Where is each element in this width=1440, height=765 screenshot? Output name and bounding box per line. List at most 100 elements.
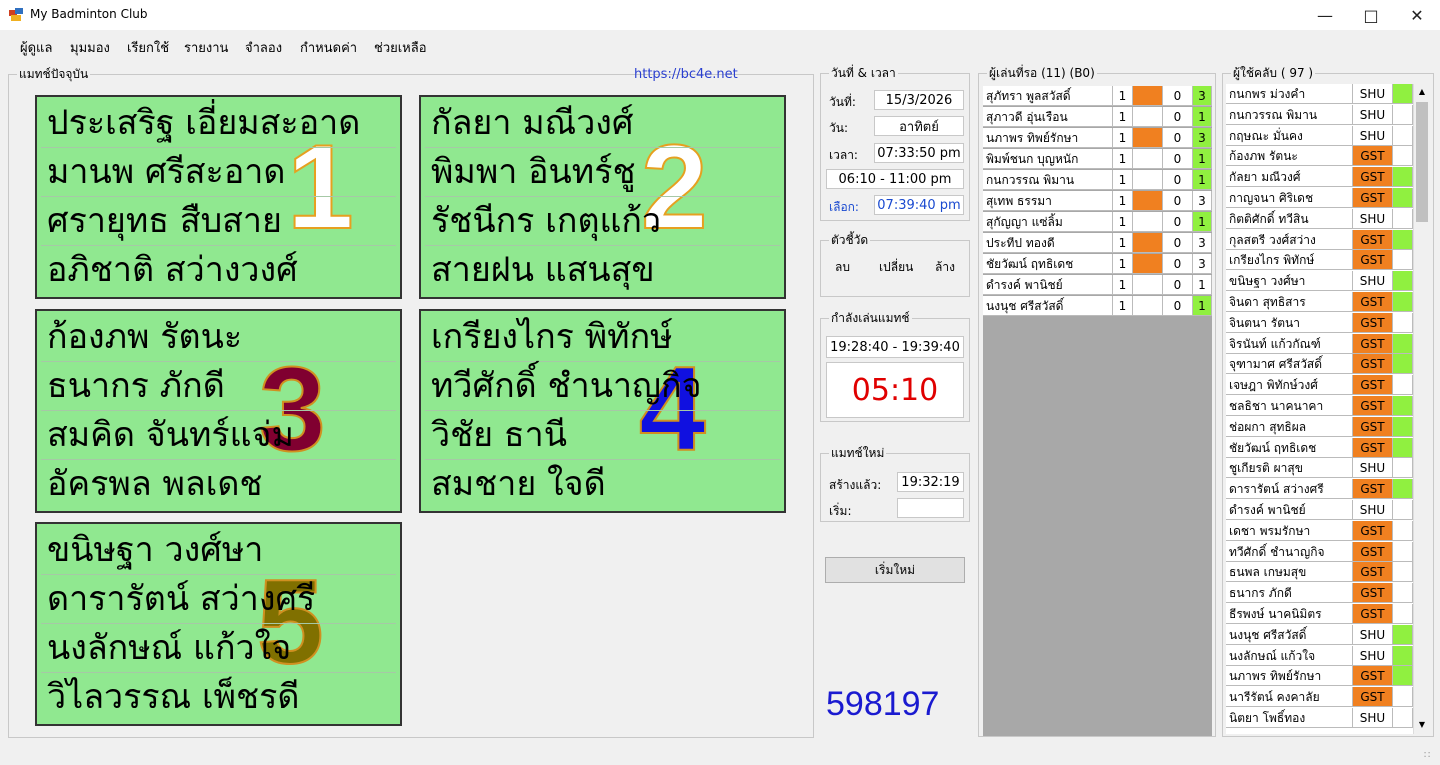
select-label: เลือก: bbox=[829, 200, 859, 214]
table-row[interactable]: นภาพร ทิพย์รักษา 1 0 3 bbox=[983, 128, 1212, 149]
menu-help[interactable]: ช่วยเหลือ bbox=[374, 37, 427, 58]
member-status-cell bbox=[1393, 479, 1413, 500]
website-link[interactable]: https://bc4e.net bbox=[634, 67, 738, 82]
games-cell: 1 bbox=[1193, 149, 1212, 169]
list-item[interactable]: ทวีศักดิ์ ชำนาญกิจ GST bbox=[1226, 541, 1413, 563]
menu-report[interactable]: รายงาน bbox=[184, 37, 228, 58]
change-button[interactable]: เปลี่ยน bbox=[879, 258, 913, 277]
court-player-row: ทวีศักดิ์ ชำนาญกิจ bbox=[425, 362, 780, 411]
maximize-icon[interactable]: □ bbox=[1348, 0, 1394, 30]
player-name-cell: พิมพ์ชนก บุญหนัก bbox=[983, 149, 1113, 169]
scroll-down-icon[interactable]: ▼ bbox=[1414, 717, 1430, 733]
start-label: เริ่ม: bbox=[829, 504, 852, 518]
list-item[interactable]: จุฑามาศ ศรีสวัสดิ์ GST bbox=[1226, 354, 1413, 375]
member-status-cell bbox=[1393, 562, 1413, 583]
members-scrollbar[interactable]: ▲ ▼ bbox=[1413, 84, 1430, 734]
list-item[interactable]: ธีรพงษ์ นาคนิมิตร GST bbox=[1226, 604, 1413, 625]
court-5[interactable]: 5 ขนิษฐา วงศ์ษา ดารารัตน์ สว่างศรี นงลัก… bbox=[35, 522, 402, 726]
player-name-cell: กนกวรรณ พิมาน bbox=[983, 170, 1113, 190]
table-row[interactable]: สุเทพ ธรรมา 1 0 3 bbox=[983, 191, 1212, 212]
scroll-thumb[interactable] bbox=[1416, 102, 1428, 222]
member-status-cell bbox=[1393, 500, 1413, 520]
list-item[interactable]: เจษฎา พิทักษ์วงศ์ GST bbox=[1226, 375, 1413, 396]
list-item[interactable]: กาญจนา ศิริเดช GST bbox=[1226, 188, 1413, 209]
clear-button[interactable]: ล้าง bbox=[935, 258, 955, 277]
list-item[interactable]: กัลยา มณีวงศ์ GST bbox=[1226, 167, 1413, 188]
member-status-cell bbox=[1393, 520, 1413, 541]
list-item[interactable]: กฤษณะ มั่นคง SHU bbox=[1226, 125, 1413, 147]
member-name-cell: ชลธิชา นาคนาคา bbox=[1226, 396, 1353, 416]
court-2[interactable]: 2 กัลยา มณีวงศ์ พิมพา อินทร์ชู รัชนีกร เ… bbox=[419, 95, 786, 299]
member-name-cell: เจษฎา พิทักษ์วงศ์ bbox=[1226, 375, 1353, 396]
court-4[interactable]: 4 เกรียงไกร พิทักษ์ ทวีศักดิ์ ชำนาญกิจ ว… bbox=[419, 309, 786, 513]
member-status-cell bbox=[1393, 333, 1413, 354]
player-name: พิมพา อินทร์ชู bbox=[431, 152, 636, 192]
list-item[interactable]: ดารารัตน์ สว่างศรี GST bbox=[1226, 479, 1413, 500]
table-row[interactable]: สุภาวดี อุ่นเรือน 1 0 1 bbox=[983, 107, 1212, 128]
scroll-up-icon[interactable]: ▲ bbox=[1414, 84, 1430, 100]
menu-admin[interactable]: ผู้ดูแล bbox=[20, 37, 52, 58]
waiting-players-title: ผู้เล่นที่รอ (11) (B0) bbox=[987, 65, 1097, 81]
list-item[interactable]: ชลธิชา นาคนาคา GST bbox=[1226, 396, 1413, 417]
resize-grip-icon[interactable]: ∷ bbox=[1424, 750, 1436, 762]
list-item[interactable]: กนกพร ม่วงคำ SHU bbox=[1226, 84, 1413, 105]
list-item[interactable]: ธนากร ภักดี GST bbox=[1226, 583, 1413, 604]
menu-view[interactable]: มุมมอง bbox=[70, 37, 110, 58]
table-row[interactable]: พิมพ์ชนก บุญหนัก 1 0 1 bbox=[983, 149, 1212, 170]
member-status-cell bbox=[1393, 271, 1413, 292]
list-item[interactable]: ชูเกียรติ ผาสุข SHU bbox=[1226, 458, 1413, 479]
list-item[interactable]: นารีรัตน์ คงคาลัย GST bbox=[1226, 687, 1413, 708]
player-name: ศรายุทธ สืบสาย bbox=[47, 201, 282, 241]
list-item[interactable]: จินตนา รัตนา GST bbox=[1226, 312, 1413, 334]
restart-button[interactable]: เริ่มใหม่ bbox=[825, 557, 965, 583]
table-row[interactable]: ชัยวัฒน์ ฤทธิเดช 1 0 3 bbox=[983, 254, 1212, 275]
table-row[interactable]: กนกวรรณ พิมาน 1 0 1 bbox=[983, 170, 1212, 191]
menu-run[interactable]: เรียกใช้ bbox=[127, 37, 169, 58]
member-status-cell bbox=[1393, 645, 1413, 666]
list-item[interactable]: เกรียงไกร พิทักษ์ GST bbox=[1226, 250, 1413, 271]
session-field: 06:10 - 11:00 pm bbox=[826, 169, 964, 189]
member-status-cell bbox=[1393, 583, 1413, 604]
list-item[interactable]: นิตยา โพธิ์ทอง SHU bbox=[1226, 708, 1413, 729]
list-item[interactable]: นงลักษณ์ แก้วใจ SHU bbox=[1226, 645, 1413, 667]
table-row[interactable]: นงนุช ศรีสวัสดิ์ 1 0 1 bbox=[983, 296, 1212, 317]
menu-simulate[interactable]: จำลอง bbox=[245, 37, 282, 58]
count-cell: 1 bbox=[1113, 149, 1133, 169]
countdown-timer: 05:10 bbox=[826, 362, 964, 418]
table-row[interactable]: ดำรงค์ พานิชย์ 1 0 1 bbox=[983, 275, 1212, 296]
list-item[interactable]: เดชา พรมรักษา GST bbox=[1226, 520, 1413, 542]
list-item[interactable]: นภาพร ทิพย์รักษา GST bbox=[1226, 666, 1413, 687]
court-1[interactable]: 1 ประเสริฐ เอี่ยมสะอาด มานพ ศรีสะอาด ศรา… bbox=[35, 95, 402, 299]
minimize-icon[interactable]: — bbox=[1302, 0, 1348, 30]
wins-cell: 0 bbox=[1163, 275, 1193, 295]
table-row[interactable]: ประทีป ทองดี 1 0 3 bbox=[983, 233, 1212, 254]
games-cell: 1 bbox=[1193, 170, 1212, 190]
court-player-row: วิไลวรรณ เพ็ชรดี bbox=[41, 673, 396, 721]
current-matches-title: แมทช์ปัจจุบัน bbox=[17, 66, 91, 82]
table-row[interactable]: สุภัทรา พูลสวัสดิ์ 1 0 3 bbox=[983, 86, 1212, 107]
member-status-cell bbox=[1393, 208, 1413, 229]
court-player-row: สมชาย ใจดี bbox=[425, 460, 780, 508]
table-row[interactable]: สุกัญญา แซ่ลิ้ม 1 0 1 bbox=[983, 212, 1212, 233]
list-item[interactable]: กิตติศักดิ์ ทวีสิน SHU bbox=[1226, 208, 1413, 230]
member-name-cell: จินดา สุทธิสาร bbox=[1226, 292, 1353, 312]
menu-settings[interactable]: กำหนดค่า bbox=[300, 37, 357, 58]
list-item[interactable]: นงนุช ศรีสวัสดิ์ SHU bbox=[1226, 624, 1413, 646]
status-cell bbox=[1133, 191, 1163, 211]
select-time-field[interactable]: 07:39:40 pm bbox=[874, 195, 964, 215]
list-item[interactable]: ดำรงค์ พานิชย์ SHU bbox=[1226, 500, 1413, 521]
list-item[interactable]: ขนิษฐา วงศ์ษา SHU bbox=[1226, 271, 1413, 292]
close-icon[interactable]: ✕ bbox=[1394, 0, 1440, 30]
list-item[interactable]: จิรนันท์ แก้วกัณฑ์ GST bbox=[1226, 333, 1413, 355]
list-item[interactable]: จินดา สุทธิสาร GST bbox=[1226, 292, 1413, 313]
list-item[interactable]: กุลสตรี วงศ์สว่าง GST bbox=[1226, 229, 1413, 251]
start-field[interactable] bbox=[897, 498, 964, 518]
list-item[interactable]: ธนพล เกษมสุข GST bbox=[1226, 562, 1413, 583]
list-item[interactable]: ช่อผกา สุทธิผล GST bbox=[1226, 416, 1413, 438]
list-item[interactable]: ก้องภพ รัตนะ GST bbox=[1226, 146, 1413, 167]
delete-button[interactable]: ลบ bbox=[835, 258, 850, 277]
list-item[interactable]: ชัยวัฒน์ ฤทธิเดช GST bbox=[1226, 437, 1413, 459]
member-type-cell: GST bbox=[1353, 312, 1393, 333]
list-item[interactable]: กนกวรรณ พิมาน SHU bbox=[1226, 104, 1413, 126]
court-3[interactable]: 3 ก้องภพ รัตนะ ธนากร ภักดี สมคิด จันทร์แ… bbox=[35, 309, 402, 513]
